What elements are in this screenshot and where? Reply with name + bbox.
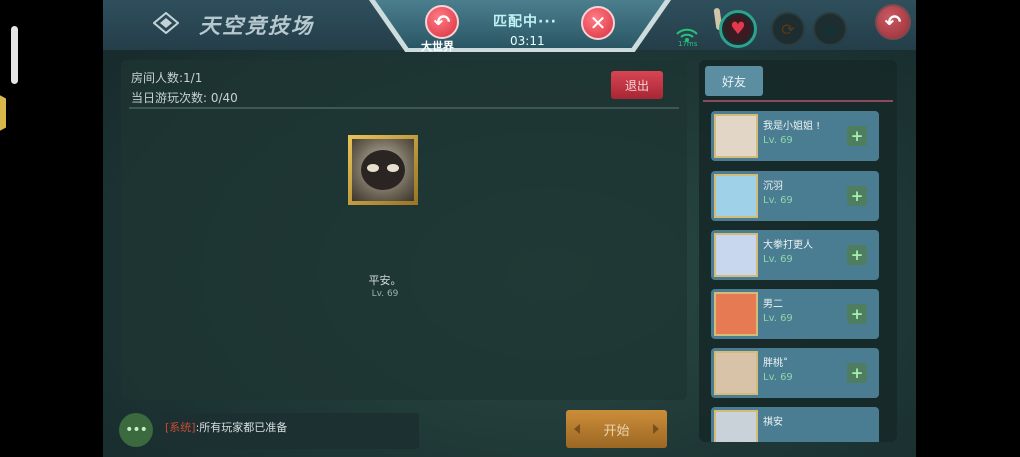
return-world-label: 大世界 (421, 40, 454, 53)
friend-level: Lv. 69 (763, 195, 793, 206)
cancel-match-button[interactable]: ✕ (581, 6, 615, 40)
add-friend-button[interactable]: + (847, 363, 867, 383)
friend-level: Lv. 69 (763, 254, 793, 265)
friend-card[interactable]: 祺安 (711, 407, 879, 442)
chat-system-tag: [系统] (165, 421, 196, 434)
room-daily-plays: 当日游玩次数: 0/40 (131, 91, 238, 105)
friend-avatar (714, 114, 758, 158)
add-friend-button[interactable]: + (847, 186, 867, 206)
plus-icon: + (850, 364, 864, 382)
friend-card[interactable]: 我是小姐姐 ! Lv. 69 + (711, 111, 879, 161)
friend-level: Lv. 69 (763, 135, 793, 146)
add-friend-button[interactable]: + (847, 304, 867, 324)
heart-icon: ♥ (725, 16, 751, 42)
friend-avatar (714, 351, 758, 395)
return-arrow-icon: ↶ (433, 10, 451, 34)
friend-level: Lv. 69 (763, 372, 793, 383)
close-icon: ✕ (589, 11, 607, 35)
refresh-icon: ⟳ (781, 19, 795, 39)
latency-text: 17ms (678, 40, 698, 48)
friend-card[interactable]: 大拳打更人 Lv. 69 + (711, 230, 879, 280)
left-bezel (0, 0, 103, 457)
system-pill (11, 26, 18, 84)
plus-icon: + (850, 127, 864, 145)
refresh-status-button[interactable]: ⟳ (771, 12, 805, 46)
match-status: 匹配中··· (493, 14, 557, 30)
friend-card[interactable]: 沉羽 Lv. 69 + (711, 171, 879, 221)
exit-arena-button[interactable]: ↶ (875, 4, 911, 40)
friend-name: 大拳打更人 (763, 240, 813, 251)
friend-name: 我是小姐姐 ! (763, 121, 821, 132)
health-status-button[interactable]: ♥ (719, 10, 757, 48)
ellipsis-icon: ••• (125, 422, 148, 438)
player-avatar (352, 139, 414, 201)
water-status-button[interactable]: ● (813, 12, 847, 46)
player-avatar-frame (348, 135, 418, 205)
room-info: 房间人数:1/1 当日游玩次数: 0/40 (131, 68, 238, 108)
player-name: 平安。 (368, 274, 402, 287)
player-level: Lv. 69 (371, 289, 399, 299)
friend-avatar (714, 174, 758, 218)
chat-message: :所有玩家都已准备 (195, 421, 288, 434)
friend-name: 男二 (763, 299, 783, 310)
water-drop-icon: ● (823, 19, 837, 39)
friend-name: 祺安 (763, 417, 783, 428)
start-button[interactable]: 开始 (566, 410, 667, 448)
arena-logo-icon (153, 12, 179, 34)
tab-friends[interactable]: 好友 (705, 66, 763, 96)
friends-divider (703, 100, 893, 102)
game-screen: 天空竞技场 ↶ 大世界 匹配中··· 03:11 ✕ 17ms ♥ ⟳ ● ↶ (103, 0, 916, 457)
right-bezel (916, 0, 1020, 457)
friend-avatar (714, 292, 758, 336)
page-title: 天空竞技场 (199, 13, 314, 38)
room-panel: 房间人数:1/1 当日游玩次数: 0/40 退出 (121, 60, 687, 400)
chat-box[interactable]: [系统]:所有玩家都已准备 (161, 413, 419, 449)
add-friend-button[interactable]: + (847, 245, 867, 265)
friend-avatar (714, 410, 758, 442)
friend-name: 沉羽 (763, 181, 783, 192)
chat-button[interactable]: ••• (119, 413, 153, 447)
player-slot[interactable] (348, 135, 422, 211)
plus-icon: + (850, 187, 864, 205)
plus-icon: + (850, 305, 864, 323)
friend-card[interactable]: 胖桃˚ Lv. 69 + (711, 348, 879, 398)
room-player-count: 房间人数:1/1 (131, 71, 203, 85)
friend-level: Lv. 69 (763, 313, 793, 324)
add-friend-button[interactable]: + (847, 126, 867, 146)
top-bar: 天空竞技场 ↶ 大世界 匹配中··· 03:11 ✕ 17ms ♥ ⟳ ● ↶ (103, 0, 916, 53)
cat-face-icon (361, 150, 405, 190)
friend-name: 胖桃˚ (763, 358, 788, 369)
match-timer: 03:11 (510, 34, 545, 48)
back-arrow-icon: ↶ (884, 10, 902, 34)
friends-panel: 好友 我是小姐姐 ! Lv. 69 + 沉羽 Lv. 69 + 大拳打更人 Lv… (699, 60, 897, 442)
floating-hex-button[interactable] (0, 94, 6, 132)
room-divider (129, 107, 679, 109)
plus-icon: + (850, 246, 864, 264)
return-world-button[interactable]: ↶ (425, 5, 459, 39)
friend-card[interactable]: 男二 Lv. 69 + (711, 289, 879, 339)
friend-avatar (714, 233, 758, 277)
leave-room-button[interactable]: 退出 (611, 71, 663, 99)
